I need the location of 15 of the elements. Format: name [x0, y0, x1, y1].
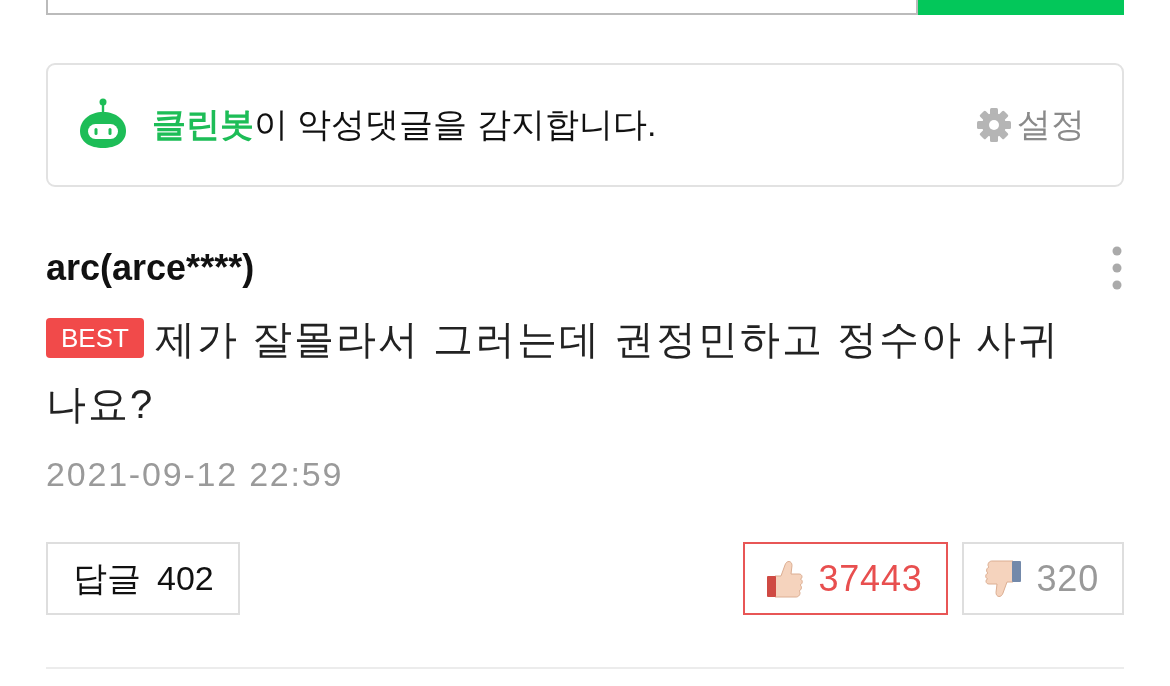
comment-date: 2021-09-12 22:59: [46, 454, 345, 494]
reply-button[interactable]: 답글 402: [46, 542, 240, 615]
author-name: arc(arce****): [46, 247, 255, 289]
settings-button[interactable]: 설정: [977, 102, 1085, 148]
submit-button[interactable]: [918, 0, 1124, 15]
like-button[interactable]: 37443: [743, 542, 948, 615]
robot-icon: [80, 98, 126, 148]
dislike-button[interactable]: 320: [961, 542, 1124, 615]
comment-text: BEST 제가 잘몰라서 그러는데 권정민하고 정수아 사귀나요?: [46, 316, 1062, 428]
thumbs-down-icon: [984, 558, 1022, 599]
comment-input-field[interactable]: [46, 0, 918, 15]
cleanbot-message: 클린봇이 악성댓글을 감지합니다.: [152, 104, 658, 145]
best-badge: BEST: [46, 318, 144, 359]
more-options-icon[interactable]: [1112, 246, 1122, 290]
thumbs-up-icon: [766, 558, 804, 599]
